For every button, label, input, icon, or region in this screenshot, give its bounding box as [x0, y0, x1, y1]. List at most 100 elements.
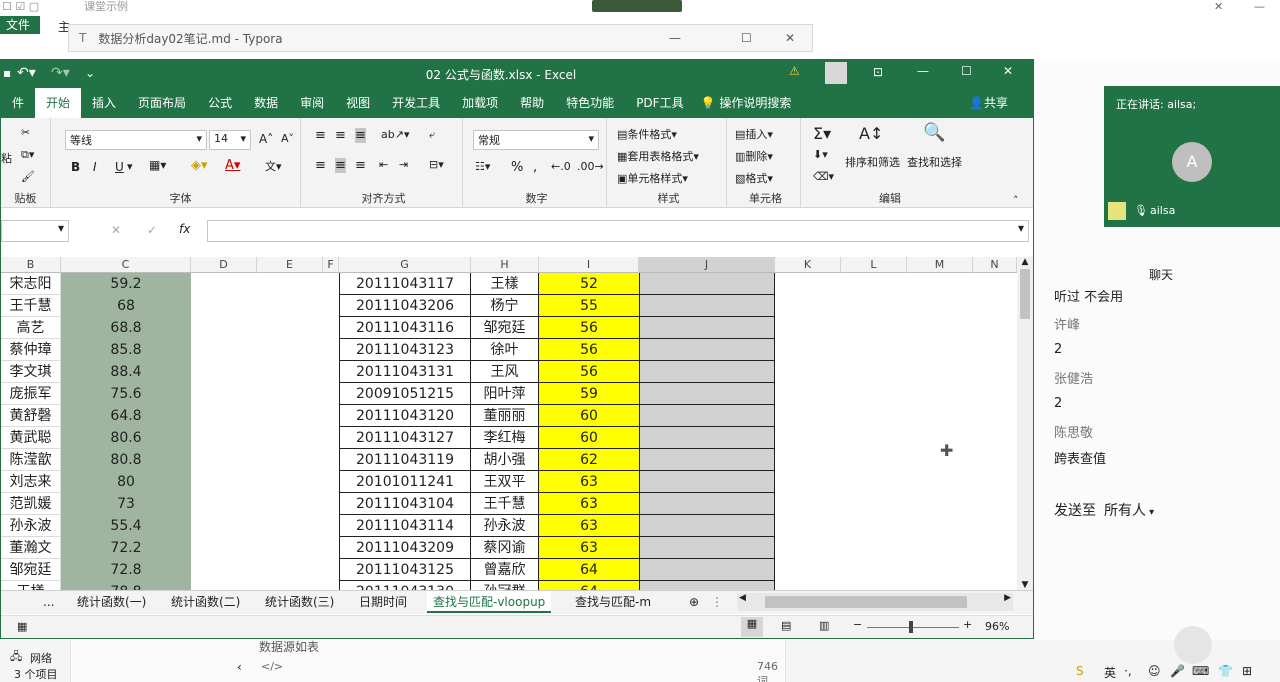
accounting-icon[interactable]: ☷▾	[475, 160, 490, 173]
collapse-ribbon-icon[interactable]: ˄	[1013, 194, 1019, 207]
student-name-cell[interactable]: 杨宁	[471, 295, 539, 317]
ime-punct-icon[interactable]: ·,	[1124, 664, 1132, 678]
scroll-up-icon[interactable]: ▲	[1017, 257, 1033, 267]
typora-close-icon[interactable]: ✕	[785, 31, 795, 45]
account-avatar[interactable]	[825, 62, 847, 84]
score-cell[interactable]: 63	[539, 515, 639, 537]
scroll-thumb[interactable]	[1020, 269, 1030, 319]
underline-button[interactable]: U	[115, 160, 124, 174]
name-cell[interactable]: 宋志阳	[1, 273, 61, 295]
tab-file[interactable]: 件	[1, 88, 35, 118]
shrink-font-icon[interactable]: A˅	[281, 132, 294, 145]
worksheet-grid[interactable]: B C D E F G H I J K L M N 宋志阳 59.2 王千慧 68 高艺 68.8 蔡仲璋 85.8 李文…	[1, 257, 1017, 590]
increase-indent-icon[interactable]: ⇥	[399, 158, 408, 171]
score-cell[interactable]: 63	[539, 471, 639, 493]
bg-close-icon[interactable]: ✕	[1214, 0, 1223, 13]
scroll-down-icon[interactable]: ▼	[1017, 580, 1033, 590]
cut-icon[interactable]: ✂	[21, 126, 30, 139]
number-format-select[interactable]: 常规 ▾	[473, 130, 599, 150]
score-cell[interactable]: 56	[539, 317, 639, 339]
italic-button[interactable]: I	[93, 160, 97, 174]
score-cell[interactable]: 60	[539, 427, 639, 449]
align-middle-icon[interactable]: ≡	[335, 128, 346, 143]
sheet-tab-stats3[interactable]: 统计函数(三)	[259, 591, 340, 613]
score-cell[interactable]: 63	[539, 537, 639, 559]
tab-developer[interactable]: 开发工具	[381, 88, 451, 118]
lookup-result-cell[interactable]	[639, 339, 775, 361]
name-cell[interactable]: 孙永波	[1, 515, 61, 537]
score-cell[interactable]: 75.6	[61, 383, 191, 405]
student-id-cell[interactable]: 20111043116	[339, 317, 471, 339]
sheet-tab-stats1[interactable]: 统计函数(一)	[71, 591, 152, 613]
student-name-cell[interactable]: 邹宛廷	[471, 317, 539, 339]
score-cell[interactable]: 64	[539, 559, 639, 581]
score-cell[interactable]: 72.2	[61, 537, 191, 559]
tab-split-icon[interactable]: ⋮	[705, 591, 729, 613]
sheet-tab-match[interactable]: 查找与匹配-m	[569, 591, 665, 613]
score-cell[interactable]: 72.8	[61, 559, 191, 581]
zoom-level[interactable]: 96%	[985, 620, 1009, 633]
add-sheet-icon[interactable]: ⊕	[683, 591, 705, 613]
student-name-cell[interactable]: 王风	[471, 361, 539, 383]
name-cell[interactable]: 王樣	[1, 581, 61, 590]
lookup-result-cell[interactable]	[639, 361, 775, 383]
decrease-indent-icon[interactable]: ⇤	[379, 158, 388, 171]
score-cell[interactable]: 63	[539, 493, 639, 515]
score-cell[interactable]: 60	[539, 405, 639, 427]
grow-font-icon[interactable]: A˄	[259, 132, 273, 146]
student-name-cell[interactable]: 孙冠群	[471, 581, 539, 590]
insert-function-icon[interactable]: fx	[179, 222, 190, 236]
network-label[interactable]: 网络	[30, 650, 52, 666]
lookup-result-cell[interactable]	[639, 383, 775, 405]
zoom-in-icon[interactable]: +	[963, 618, 972, 631]
wrap-text-icon[interactable]: ⤶	[429, 128, 435, 142]
column-header-c[interactable]: C	[61, 257, 191, 273]
student-name-cell[interactable]: 王双平	[471, 471, 539, 493]
name-cell[interactable]: 黄武聪	[1, 427, 61, 449]
column-header-l[interactable]: L	[841, 257, 907, 273]
lookup-result-cell[interactable]	[639, 559, 775, 581]
name-cell[interactable]: 高艺	[1, 317, 61, 339]
lookup-result-cell[interactable]	[639, 449, 775, 471]
autosum-icon[interactable]: Σ▾	[813, 124, 831, 143]
student-id-cell[interactable]: 20111043119	[339, 449, 471, 471]
sheet-tab-more[interactable]: ...	[37, 591, 60, 613]
student-id-cell[interactable]: 20111043123	[339, 339, 471, 361]
font-color-icon[interactable]: A▾	[225, 158, 240, 173]
confirm-icon[interactable]: ✓	[147, 223, 157, 237]
back-icon[interactable]: ‹	[237, 660, 242, 674]
ribbon-display-icon[interactable]: ⊡	[873, 65, 883, 79]
score-cell[interactable]: 62	[539, 449, 639, 471]
tell-me-search[interactable]: 💡 操作说明搜索	[695, 88, 803, 118]
lookup-result-cell[interactable]	[639, 581, 775, 590]
share-button[interactable]: 👤共享	[969, 88, 1008, 118]
typora-titlebar[interactable]: T 数据分析day02笔记.md - Typora — ☐ ✕	[68, 24, 813, 52]
student-id-cell[interactable]: 20111043131	[339, 361, 471, 383]
student-id-cell[interactable]: 20101011241	[339, 471, 471, 493]
font-name-select[interactable]: 等线 ▾	[65, 130, 207, 150]
align-center-icon[interactable]: ≡	[335, 158, 346, 173]
column-header-i[interactable]: I	[539, 257, 639, 273]
conditional-format-button[interactable]: ▤条件格式▾	[617, 126, 677, 142]
column-header-m[interactable]: M	[907, 257, 973, 273]
network-icon[interactable]: 🖧	[10, 648, 22, 667]
student-name-cell[interactable]: 王千慧	[471, 493, 539, 515]
student-name-cell[interactable]: 曾嘉欣	[471, 559, 539, 581]
floating-ball[interactable]	[1174, 626, 1212, 664]
mic-icon[interactable]: 🎙	[1134, 204, 1148, 217]
column-header-f[interactable]: F	[323, 257, 339, 273]
name-box[interactable]: ▾	[1, 220, 69, 242]
h-scroll-thumb[interactable]	[765, 596, 967, 608]
sheet-tab-datetime[interactable]: 日期时间	[353, 591, 413, 613]
sort-filter-button[interactable]: 排序和筛选	[845, 154, 900, 170]
grid-menu-icon[interactable]: ⊞	[1242, 664, 1252, 678]
warning-icon[interactable]: ⚠	[789, 64, 800, 78]
student-id-cell[interactable]: 20111043209	[339, 537, 471, 559]
student-name-cell[interactable]: 孙永波	[471, 515, 539, 537]
paste-button[interactable]: 粘	[1, 150, 12, 166]
typora-minimize-icon[interactable]: —	[669, 31, 681, 45]
student-id-cell[interactable]: 20111043125	[339, 559, 471, 581]
shirt-icon[interactable]: 👕	[1218, 664, 1233, 678]
format-cells-button[interactable]: ▧格式▾	[735, 170, 773, 186]
formula-input[interactable]: ▾	[207, 220, 1029, 242]
